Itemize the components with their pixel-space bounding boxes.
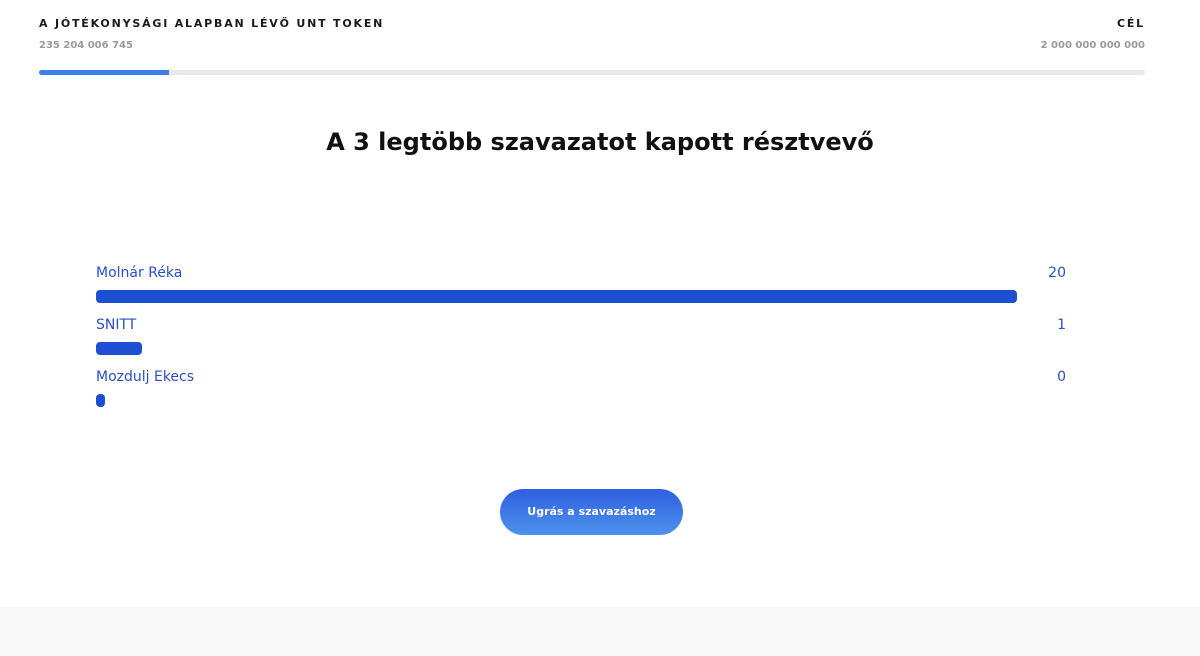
goal-label: CÉL [1117,17,1145,30]
footer-band [0,607,1200,656]
section-title: A 3 legtöbb szavazatot kapott résztvevő [326,128,874,156]
vote-count: 0 [1057,369,1066,385]
ranking-row: SNITT 1 [96,317,1066,369]
vote-bar [96,290,1017,303]
go-to-voting-button[interactable]: Ugrás a szavazáshoz [500,489,683,535]
participant-name: Molnár Réka [96,265,183,281]
ranking-row: Molnár Réka 20 [96,265,1066,317]
participant-name: SNITT [96,317,137,333]
vote-bar-track [96,394,1017,407]
ranking-row: Mozdulj Ekecs 0 [96,369,1066,421]
vote-bar-track [96,290,1017,303]
vote-bar-track [96,342,1017,355]
participant-name: Mozdulj Ekecs [96,369,195,385]
funding-header: A JÓTÉKONYSÁGI ALAPBAN LÉVŐ UNT TOKEN 23… [39,17,1145,57]
vote-count: 1 [1057,317,1066,333]
vote-count: 20 [1048,265,1066,281]
funding-amount: 235 204 006 745 [39,40,133,51]
goal-amount: 2 000 000 000 000 [1040,40,1145,51]
funding-progress-track [39,70,1145,75]
funding-progress-fill [39,70,170,75]
vote-bar [96,342,142,355]
funding-label: A JÓTÉKONYSÁGI ALAPBAN LÉVŐ UNT TOKEN [39,17,385,30]
vote-bar [96,394,105,407]
ranking-list: Molnár Réka 20 SNITT 1 Mozdulj Ekecs 0 [96,265,1066,421]
